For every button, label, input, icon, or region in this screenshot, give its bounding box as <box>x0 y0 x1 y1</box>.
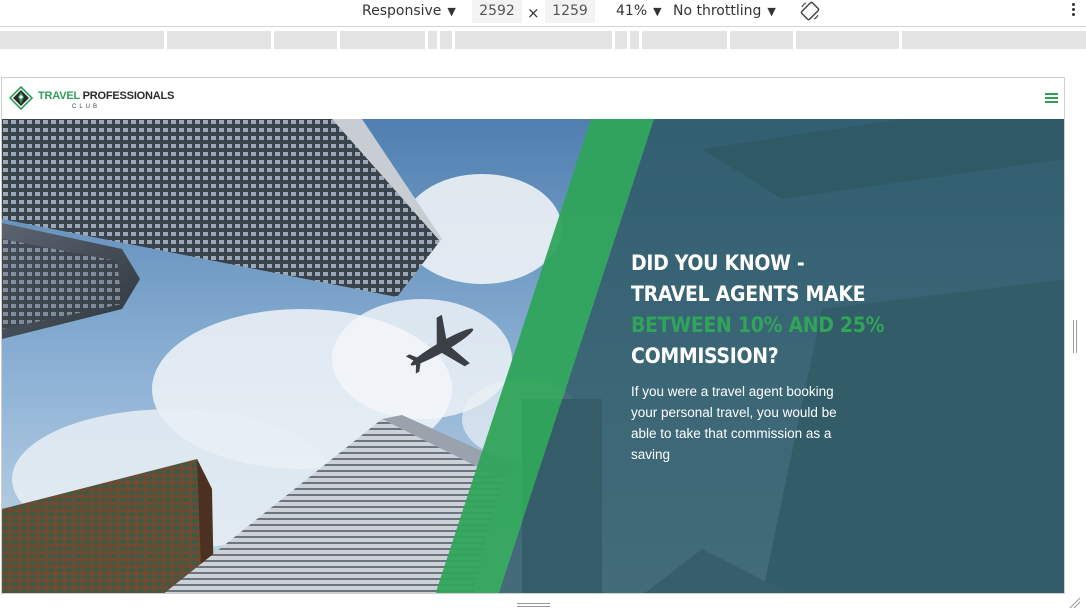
hero-section: DID YOU KNOW - TRAVEL AGENTS MAKE BETWEE… <box>2 119 1064 593</box>
media-query-segment[interactable] <box>615 31 627 49</box>
media-query-bar <box>0 31 1086 49</box>
headline-line-4: COMMISSION? <box>631 344 779 368</box>
logo-word-travel: TRAVEL <box>38 90 80 102</box>
hamburger-menu-icon[interactable] <box>1045 93 1058 103</box>
resize-handle-corner[interactable] <box>1069 597 1081 609</box>
media-query-segment[interactable] <box>274 31 337 49</box>
media-query-segment[interactable] <box>167 31 271 49</box>
media-query-segment[interactable] <box>440 31 452 49</box>
hero-headline: DID YOU KNOW - TRAVEL AGENTS MAKE BETWEE… <box>631 248 931 372</box>
compass-shield-icon[interactable] <box>9 86 33 110</box>
more-options-icon[interactable] <box>1070 1 1076 23</box>
media-query-segment[interactable] <box>902 31 1086 49</box>
headline-line-2: TRAVEL AGENTS MAKE <box>631 282 866 306</box>
zoom-select-label: 41% <box>616 3 648 19</box>
media-query-segment[interactable] <box>730 31 793 49</box>
hero-body-copy: If you were a travel agent booking your … <box>631 384 837 462</box>
resize-handle-right[interactable] <box>1073 320 1078 353</box>
throttling-select[interactable]: No throttling ▼ <box>673 0 776 27</box>
height-input[interactable]: 1259 <box>545 0 595 23</box>
site-header: TRAVEL PROFESSIONALS CLUB <box>2 78 1064 119</box>
resize-handle-bottom[interactable] <box>517 603 550 609</box>
media-query-segment[interactable] <box>428 31 437 49</box>
devtools-device-toolbar: Responsive ▼ 2592 × 1259 41% ▼ No throttli… <box>0 0 1086 27</box>
headline-highlight: BETWEEN 10% AND 25% <box>631 313 885 337</box>
dimension-separator: × <box>527 4 540 22</box>
logo-subtitle: CLUB <box>72 104 101 110</box>
media-query-segment[interactable] <box>796 31 899 49</box>
headline-line-1: DID YOU KNOW - <box>631 251 805 275</box>
chevron-down-icon: ▼ <box>653 5 662 18</box>
rotate-icon[interactable] <box>800 1 820 21</box>
width-input[interactable]: 2592 <box>472 0 522 23</box>
media-query-segment[interactable] <box>0 31 164 49</box>
throttling-select-label: No throttling <box>673 3 762 19</box>
hero-text-block: DID YOU KNOW - TRAVEL AGENTS MAKE BETWEE… <box>631 248 931 465</box>
zoom-select[interactable]: 41% ▼ <box>616 0 662 27</box>
chevron-down-icon: ▼ <box>767 5 776 18</box>
media-query-segment[interactable] <box>455 31 612 49</box>
device-select-label: Responsive <box>362 3 442 19</box>
media-query-segment[interactable] <box>630 31 639 49</box>
device-select[interactable]: Responsive ▼ <box>362 0 456 27</box>
logo-word-professionals: PROFESSIONALS <box>82 90 175 102</box>
chevron-down-icon: ▼ <box>447 5 456 18</box>
logo-wordmark[interactable]: TRAVEL PROFESSIONALS <box>38 90 174 102</box>
media-query-segment[interactable] <box>642 31 727 49</box>
media-query-segment[interactable] <box>340 31 425 49</box>
emulated-viewport: TRAVEL PROFESSIONALS CLUB DID YOU KNOW -… <box>1 77 1065 594</box>
